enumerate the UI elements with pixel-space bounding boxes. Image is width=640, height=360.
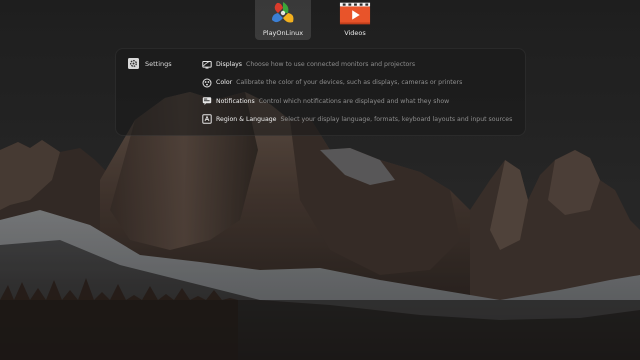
display-icon xyxy=(202,60,212,70)
app-tile-playonlinux[interactable]: PlayOnLinux xyxy=(255,0,311,40)
result-description: Choose how to use connected monitors and… xyxy=(246,61,416,68)
app-label-videos: Videos xyxy=(344,29,366,37)
result-title: Displays xyxy=(216,61,243,68)
search-result-list: Displays Choose how to use connected mon… xyxy=(202,58,522,131)
result-description: Select your display language, formats, k… xyxy=(280,115,513,123)
videos-icon xyxy=(339,0,371,26)
playonlinux-icon xyxy=(267,0,299,26)
settings-search-results: Settings Displays Choose how to use conn… xyxy=(115,48,526,136)
search-provider-settings[interactable]: Settings xyxy=(128,58,172,69)
result-description: Calibrate the color of your devices, suc… xyxy=(236,79,463,87)
color-icon xyxy=(202,78,212,88)
result-title: Notifications xyxy=(216,97,255,105)
app-tile-videos[interactable]: Videos xyxy=(327,0,383,40)
result-title: Color xyxy=(216,79,233,87)
app-label-playonlinux: PlayOnLinux xyxy=(262,29,304,37)
result-description: Control which notifications are displaye… xyxy=(258,97,450,105)
region-language-icon xyxy=(202,114,212,125)
notifications-icon xyxy=(202,96,212,106)
search-result-region-language[interactable]: Region & Language Select your display la… xyxy=(202,113,522,126)
gear-icon xyxy=(128,58,139,69)
search-result-notifications[interactable]: Notifications Control which notification… xyxy=(202,95,522,108)
search-result-displays[interactable]: Displays Choose how to use connected mon… xyxy=(202,58,522,71)
result-title: Region & Language xyxy=(216,115,277,123)
app-results-row: PlayOnLinux Videos xyxy=(0,0,640,40)
search-result-color[interactable]: Color Calibrate the color of your device… xyxy=(202,76,522,89)
provider-label: Settings xyxy=(145,59,172,68)
